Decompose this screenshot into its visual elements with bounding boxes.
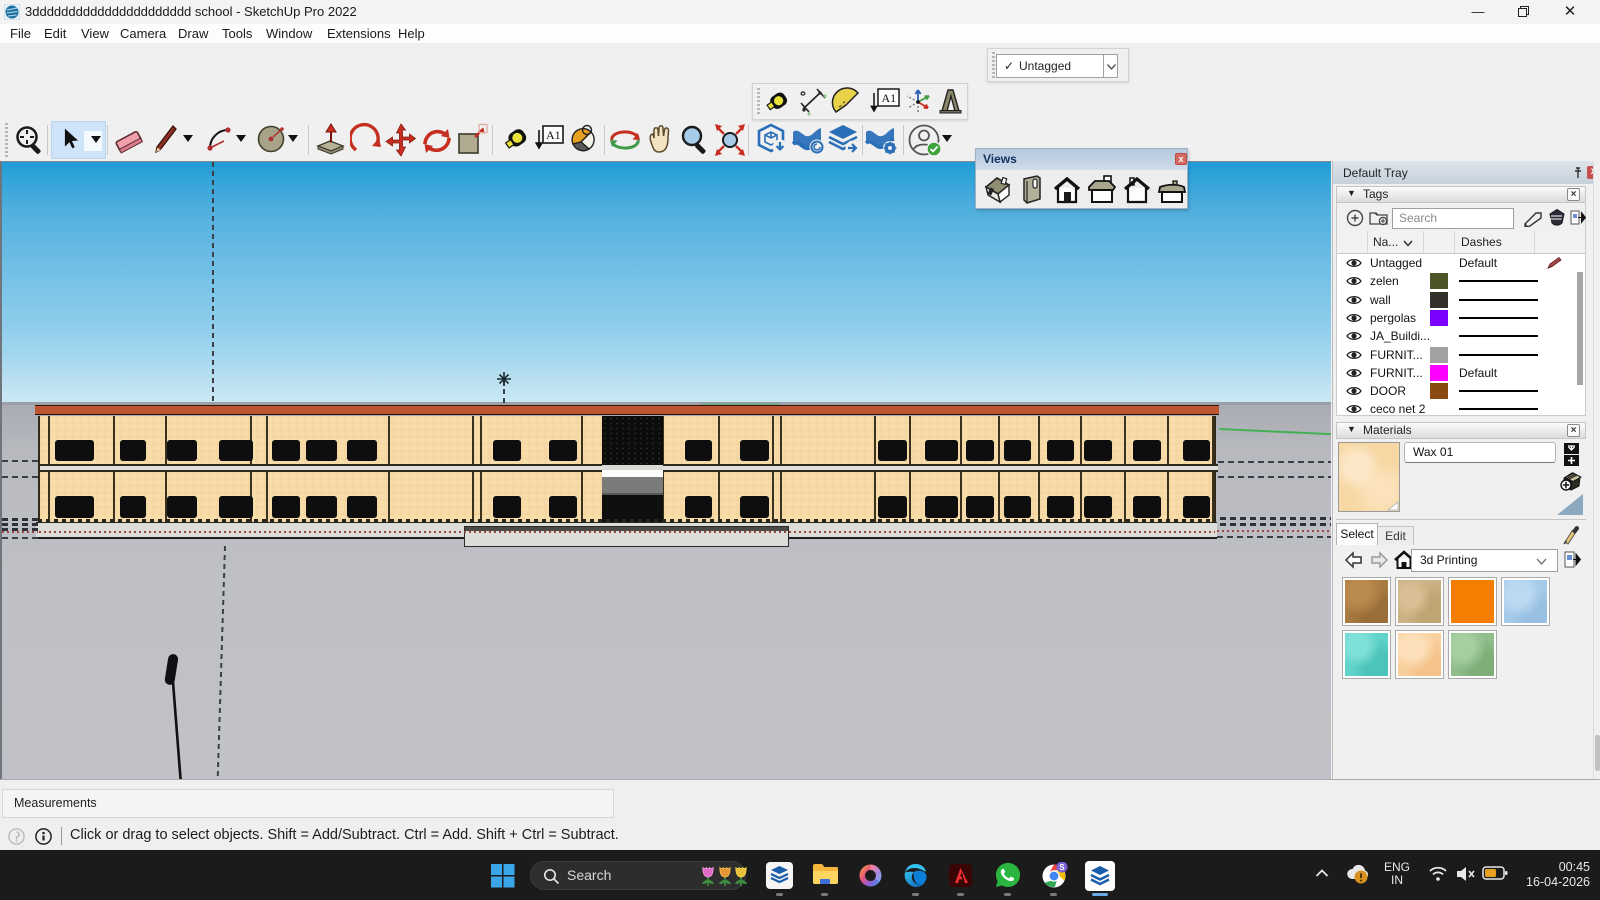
svg-text:A1: A1 xyxy=(546,128,561,142)
svg-text:A1: A1 xyxy=(882,91,897,105)
svg-text:S: S xyxy=(1059,863,1065,872)
